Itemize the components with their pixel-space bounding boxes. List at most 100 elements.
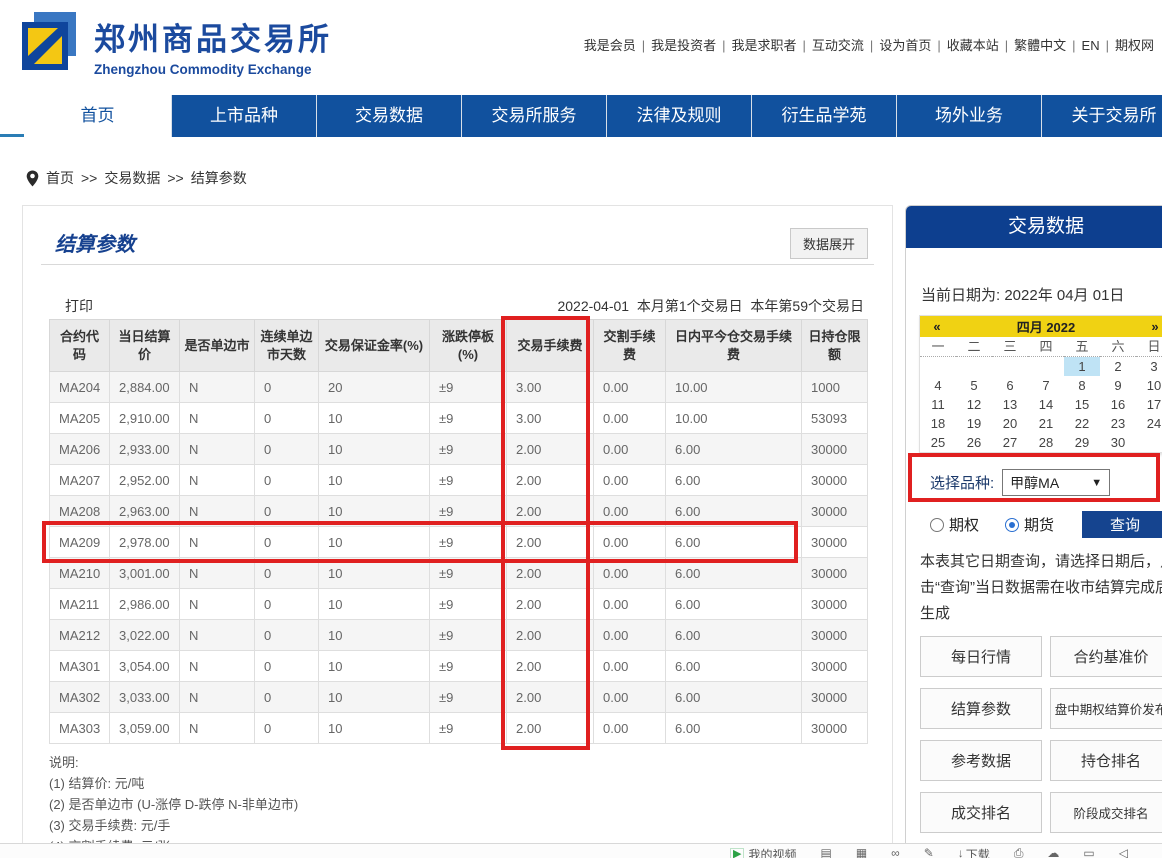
calendar-day[interactable]: 29: [1064, 433, 1100, 452]
calendar-next-icon[interactable]: »: [1138, 319, 1162, 334]
sidebar-title: 交易数据: [906, 206, 1162, 248]
camera-icon[interactable]: ▤: [820, 846, 831, 858]
breadcrumb-item[interactable]: 首页: [46, 170, 74, 186]
calendar-day[interactable]: 14: [1028, 395, 1064, 414]
top-link[interactable]: 互动交流: [812, 38, 864, 53]
note-line: (3) 交易手续费: 元/手: [49, 815, 298, 836]
calendar-day[interactable]: 25: [920, 433, 956, 452]
table-cell: N: [180, 465, 255, 496]
sidebar-quick-link[interactable]: 阶段成交排名: [1050, 792, 1162, 833]
table-cell: 6.00: [666, 620, 802, 651]
futures-radio[interactable]: [1005, 518, 1019, 532]
calendar-day[interactable]: 5: [956, 376, 992, 395]
logo[interactable]: 郑州商品交易所 Zhengzhou Commodity Exchange: [18, 12, 332, 78]
data-expand-button[interactable]: 数据展开: [790, 228, 868, 259]
cloud-icon[interactable]: ☁: [1047, 846, 1059, 858]
table-cell: 3,059.00: [110, 713, 180, 744]
calendar-day[interactable]: 27: [992, 433, 1028, 452]
speaker-icon[interactable]: ◁: [1119, 846, 1128, 858]
top-link[interactable]: 繁體中文: [1014, 38, 1066, 53]
nav-tab[interactable]: 上市品种: [172, 95, 317, 137]
top-link[interactable]: 我是求职者: [732, 38, 797, 53]
calendar-day[interactable]: 23: [1100, 414, 1136, 433]
calendar-day[interactable]: 12: [956, 395, 992, 414]
calendar-weekday: 五: [1064, 337, 1100, 357]
sidebar-quick-link[interactable]: 成交排名: [920, 792, 1042, 833]
sidebar-quick-link[interactable]: 结算参数: [920, 688, 1042, 729]
top-link[interactable]: 收藏本站: [947, 38, 999, 53]
calendar-day[interactable]: 21: [1028, 414, 1064, 433]
nav-tab[interactable]: 交易所服务: [462, 95, 607, 137]
top-link[interactable]: 我是会员: [584, 38, 636, 53]
printer-icon[interactable]: ⎙: [1014, 846, 1024, 858]
calendar-day[interactable]: 2: [1100, 357, 1136, 376]
top-link[interactable]: 设为首页: [879, 38, 931, 53]
print-link[interactable]: 打印: [65, 296, 93, 316]
top-link[interactable]: 我是投资者: [651, 38, 716, 53]
table-cell: 0: [255, 651, 319, 682]
nav-tab[interactable]: 场外业务: [897, 95, 1042, 137]
table-row: MA2103,001.00N010±92.000.006.0030000: [50, 558, 868, 589]
my-video-button[interactable]: ▶我的视频: [730, 846, 796, 858]
calendar-day[interactable]: 16: [1100, 395, 1136, 414]
nav-tab[interactable]: 首页: [24, 95, 172, 137]
calendar-day[interactable]: 30: [1100, 433, 1136, 452]
sidebar-quick-link[interactable]: 每日行情: [920, 636, 1042, 677]
calendar-day[interactable]: 13: [992, 395, 1028, 414]
site-header: 郑州商品交易所 Zhengzhou Commodity Exchange 我是会…: [0, 0, 1162, 95]
calendar-day[interactable]: 24: [1136, 414, 1162, 433]
calendar-day[interactable]: 4: [920, 376, 956, 395]
options-radio[interactable]: [930, 518, 944, 532]
quick-links: 每日行情合约基准价结算参数盘中期权结算价发布参考数据持仓排名成交排名阶段成交排名: [920, 636, 1162, 858]
nav-tab[interactable]: 交易数据: [317, 95, 462, 137]
nav-tab[interactable]: 关于交易所: [1042, 95, 1162, 137]
sidebar-quick-link[interactable]: 盘中期权结算价发布: [1050, 688, 1162, 729]
sidebar-quick-link[interactable]: 持仓排名: [1050, 740, 1162, 781]
calendar-day[interactable]: 17: [1136, 395, 1162, 414]
calendar-grid: 一二三四五六日123456789101112131415161718192021…: [920, 337, 1162, 452]
calendar-day[interactable]: 9: [1100, 376, 1136, 395]
breadcrumb-item[interactable]: 交易数据: [104, 170, 160, 186]
calendar-day[interactable]: 11: [920, 395, 956, 414]
top-link[interactable]: EN: [1082, 38, 1100, 53]
emoji-icon[interactable]: ∞: [891, 846, 900, 858]
query-button[interactable]: 查询: [1082, 511, 1162, 538]
table-cell: MA303: [50, 713, 110, 744]
table-cell: 2,963.00: [110, 496, 180, 527]
table-cell: 10: [319, 589, 430, 620]
calendar-day[interactable]: 26: [956, 433, 992, 452]
calendar-day[interactable]: 22: [1064, 414, 1100, 433]
calendar-day[interactable]: 6: [992, 376, 1028, 395]
calendar-day[interactable]: 8: [1064, 376, 1100, 395]
link-separator: |: [1072, 38, 1075, 53]
calendar-day[interactable]: 10: [1136, 376, 1162, 395]
sidebar-quick-link[interactable]: 参考数据: [920, 740, 1042, 781]
calendar-day[interactable]: 28: [1028, 433, 1064, 452]
top-link[interactable]: 期权网: [1115, 38, 1154, 53]
calendar-day[interactable]: 18: [920, 414, 956, 433]
table-cell: N: [180, 527, 255, 558]
table-cell: 1000: [802, 372, 868, 403]
calendar-day[interactable]: 19: [956, 414, 992, 433]
brush-icon[interactable]: ✎: [924, 846, 934, 858]
sidebar-quick-link[interactable]: 合约基准价: [1050, 636, 1162, 677]
download-button[interactable]: ↓下载: [958, 846, 990, 858]
frame-icon[interactable]: ▭: [1083, 846, 1094, 858]
calendar-day[interactable]: 1: [1064, 357, 1100, 376]
calendar-day[interactable]: 20: [992, 414, 1028, 433]
calendar-prev-icon[interactable]: «: [920, 319, 954, 334]
table-cell: 2.00: [507, 527, 594, 558]
table-cell: ±9: [430, 465, 507, 496]
nav-tab[interactable]: 衍生品学苑: [752, 95, 897, 137]
trading-date-info: 2022-04-01 本月第1个交易日 本年第59个交易日: [557, 296, 864, 316]
calendar-day[interactable]: 7: [1028, 376, 1064, 395]
calendar-day[interactable]: 15: [1064, 395, 1100, 414]
nav-tab[interactable]: 法律及规则: [607, 95, 752, 137]
breadcrumb-separator: >>: [81, 170, 97, 186]
calendar-day: [956, 357, 992, 376]
breadcrumb-item[interactable]: 结算参数: [191, 170, 247, 186]
picture-icon[interactable]: ▦: [856, 846, 867, 858]
calendar-day[interactable]: 3: [1136, 357, 1162, 376]
variety-select[interactable]: 甲醇MA ▼: [1002, 469, 1110, 496]
table-row: MA2082,963.00N010±92.000.006.0030000: [50, 496, 868, 527]
